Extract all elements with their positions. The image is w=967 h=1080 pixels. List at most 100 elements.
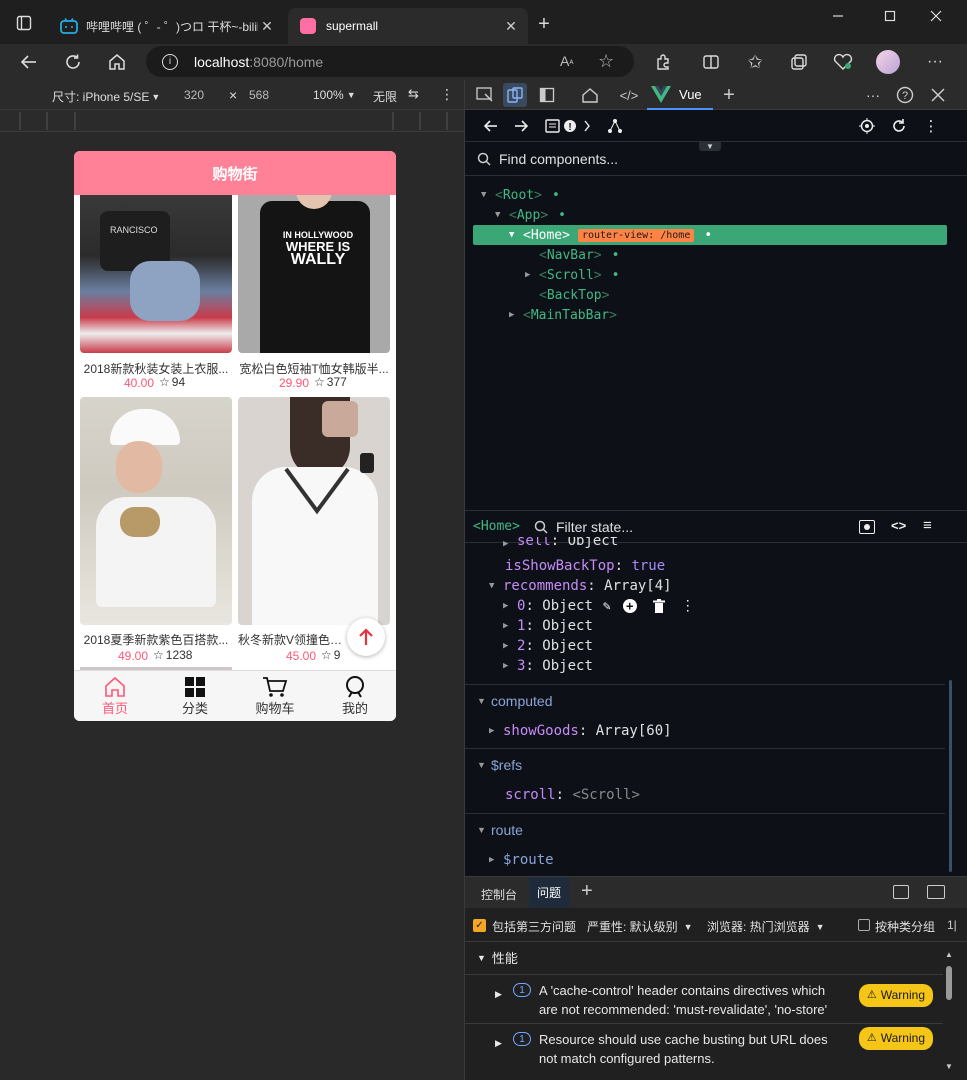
state-row-item[interactable]: ▶ 1: Object xyxy=(503,616,593,636)
app-selector-icon[interactable]: ! xyxy=(543,116,597,136)
caret-right-icon[interactable]: ▶ xyxy=(489,726,503,736)
address-bar[interactable]: i localhost:8080/home Aᴬ ☆ xyxy=(146,46,634,77)
rotate-icon[interactable]: ⇆ xyxy=(408,86,419,102)
caret-right-icon[interactable]: ▶ xyxy=(525,270,539,280)
help-icon[interactable]: ? xyxy=(895,85,915,105)
add-panel-icon[interactable]: + xyxy=(719,84,739,106)
new-tab-icon[interactable]: + xyxy=(534,13,554,35)
show-code-icon[interactable]: <> xyxy=(891,518,906,533)
close-drawer-icon[interactable] xyxy=(927,885,945,899)
caret-right-icon[interactable]: ▶ xyxy=(509,310,523,320)
find-components-input[interactable]: Find components... xyxy=(499,151,618,167)
zoom-select[interactable]: 100% ▼ xyxy=(313,88,356,102)
state-row-isShowBackTop[interactable]: isShowBackTop: true xyxy=(505,556,665,576)
caret-down-icon[interactable]: ▼ xyxy=(489,581,503,591)
caret-right-icon[interactable]: ▶ xyxy=(489,855,503,865)
back-top-button[interactable] xyxy=(347,618,385,656)
state-row-item[interactable]: ▶ 0: Object ✎ + ⋮ xyxy=(503,596,695,616)
section-route[interactable]: ▼ route xyxy=(465,813,945,845)
issue-row[interactable]: ▶ 1 Resource should use cache busting bu… xyxy=(465,1023,943,1071)
goods-image-1[interactable]: RANCISCO xyxy=(80,191,232,353)
extensions-icon[interactable] xyxy=(652,51,674,73)
goods-image-4[interactable] xyxy=(238,397,390,625)
collections-icon[interactable] xyxy=(788,51,810,73)
state-row-scroll[interactable]: scroll: <Scroll> xyxy=(505,785,640,805)
state-row-route[interactable]: ▶ $route xyxy=(489,850,554,870)
caret-right-icon[interactable]: ▶ xyxy=(503,661,517,671)
state-row-item[interactable]: ▶ 3: Object xyxy=(503,656,593,676)
tree-node-maintabbar[interactable]: ▶ < MainTabBar > xyxy=(509,305,617,325)
tree-node-scroll[interactable]: ▶ < Scroll > • xyxy=(525,265,619,285)
caret-down-icon[interactable]: ▼ xyxy=(477,825,491,835)
dock-side-icon[interactable] xyxy=(537,85,557,105)
close-devtools-icon[interactable] xyxy=(928,85,948,105)
goods-image-2[interactable]: IN HOLLYWOOD WHERE IS WALLY xyxy=(238,191,390,353)
back-icon[interactable] xyxy=(18,51,40,73)
dock-drawer-icon[interactable] xyxy=(893,885,909,899)
tab-home[interactable]: 首页 xyxy=(75,671,155,721)
tab-profile[interactable]: 我的 xyxy=(315,671,395,721)
third-party-checkbox[interactable]: ✓ xyxy=(473,919,486,932)
width-input[interactable]: 320 xyxy=(184,88,204,102)
inspect-element-icon[interactable] xyxy=(475,85,495,105)
issues-scrollbar[interactable]: ▲ ▼ xyxy=(945,950,953,1074)
filter-state-input[interactable]: Filter state... xyxy=(556,519,633,535)
caret-right-icon[interactable]: ▶ xyxy=(495,985,502,1004)
refresh-icon[interactable] xyxy=(62,51,84,73)
find-components[interactable]: Find components... ▼ xyxy=(465,141,967,176)
forward-arrow-icon[interactable] xyxy=(511,116,531,136)
state-row-sell[interactable]: ▶ sell: Object xyxy=(503,537,618,549)
favorites-icon[interactable]: ✩ xyxy=(744,51,766,73)
more-options-icon[interactable]: ⋮ xyxy=(440,86,454,103)
home-icon[interactable] xyxy=(106,51,128,73)
state-scrollbar[interactable] xyxy=(949,680,952,872)
throttle-select[interactable]: 无限 xyxy=(373,88,397,105)
component-tree-icon[interactable] xyxy=(605,116,625,136)
caret-down-icon[interactable]: ▼ xyxy=(477,760,491,770)
tree-node-backtop[interactable]: < BackTop > xyxy=(525,285,609,305)
tab-category[interactable]: 分类 xyxy=(155,671,235,721)
severity-select[interactable]: 严重性: 默认级别 ▼ xyxy=(587,918,693,935)
inspect-dom-icon[interactable]: ≡ xyxy=(923,517,932,534)
split-screen-icon[interactable] xyxy=(700,51,722,73)
caret-down-icon[interactable]: ▼ xyxy=(509,230,523,240)
device-emulation-icon[interactable] xyxy=(503,83,527,107)
group-by-checkbox[interactable] xyxy=(858,919,870,931)
issue-row[interactable]: ▶ 1 A 'cache-control' header contains di… xyxy=(465,974,943,1022)
device-select[interactable]: 尺寸: iPhone 5/SE ▼ xyxy=(52,88,160,105)
close-tab-icon[interactable]: ✕ xyxy=(502,17,520,35)
tab-cart[interactable]: 购物车 xyxy=(235,671,315,721)
tab-vue[interactable]: Vue xyxy=(647,80,713,110)
state-row-item[interactable]: ▶ 2: Object xyxy=(503,636,593,656)
state-row-showGoods[interactable]: ▶ showGoods: Array[60] xyxy=(489,721,672,741)
tab-console[interactable]: 控制台 xyxy=(481,886,517,903)
tree-node-app[interactable]: ▼ < App > • xyxy=(495,205,566,225)
refresh-icon[interactable] xyxy=(889,116,909,136)
issue-group-performance[interactable]: ▼ 性能 xyxy=(477,948,518,967)
close-window-icon[interactable] xyxy=(926,6,946,26)
caret-right-icon[interactable]: ▶ xyxy=(503,621,517,631)
tab-bilibili[interactable]: 哔哩哔哩 ( ゜- ゜)つロ 干杯~-bilibili ✕ xyxy=(48,8,284,44)
scroll-to-component-icon[interactable] xyxy=(859,520,875,534)
welcome-home-icon[interactable] xyxy=(579,85,601,105)
favorite-star-icon[interactable]: ☆ xyxy=(598,51,614,72)
caret-down-icon[interactable]: ▼ xyxy=(477,953,486,963)
back-arrow-icon[interactable] xyxy=(481,116,501,136)
add-drawer-tab-icon[interactable]: + xyxy=(581,880,593,903)
minimize-icon[interactable] xyxy=(828,6,848,26)
section-refs[interactable]: ▼ $refs xyxy=(465,748,945,780)
elements-code-icon[interactable]: </> xyxy=(617,85,641,105)
read-aloud-icon[interactable]: Aᴬ xyxy=(560,53,573,69)
section-computed[interactable]: ▼ computed xyxy=(465,684,945,716)
tree-node-home[interactable]: ▼ < Home > router-view: /home • xyxy=(509,225,712,245)
avatar[interactable] xyxy=(876,50,900,74)
select-component-icon[interactable] xyxy=(857,116,877,136)
caret-right-icon[interactable]: ▶ xyxy=(495,1034,502,1053)
caret-right-icon[interactable]: ▶ xyxy=(503,641,517,651)
tab-issues[interactable]: 问题 xyxy=(529,877,570,908)
caret-right-icon[interactable]: ▶ xyxy=(503,601,517,611)
caret-down-icon[interactable]: ▼ xyxy=(477,696,491,706)
more-vert-icon[interactable]: ⋮ xyxy=(921,116,941,136)
maximize-icon[interactable] xyxy=(880,6,900,26)
caret-down-icon[interactable]: ▼ xyxy=(495,210,509,220)
